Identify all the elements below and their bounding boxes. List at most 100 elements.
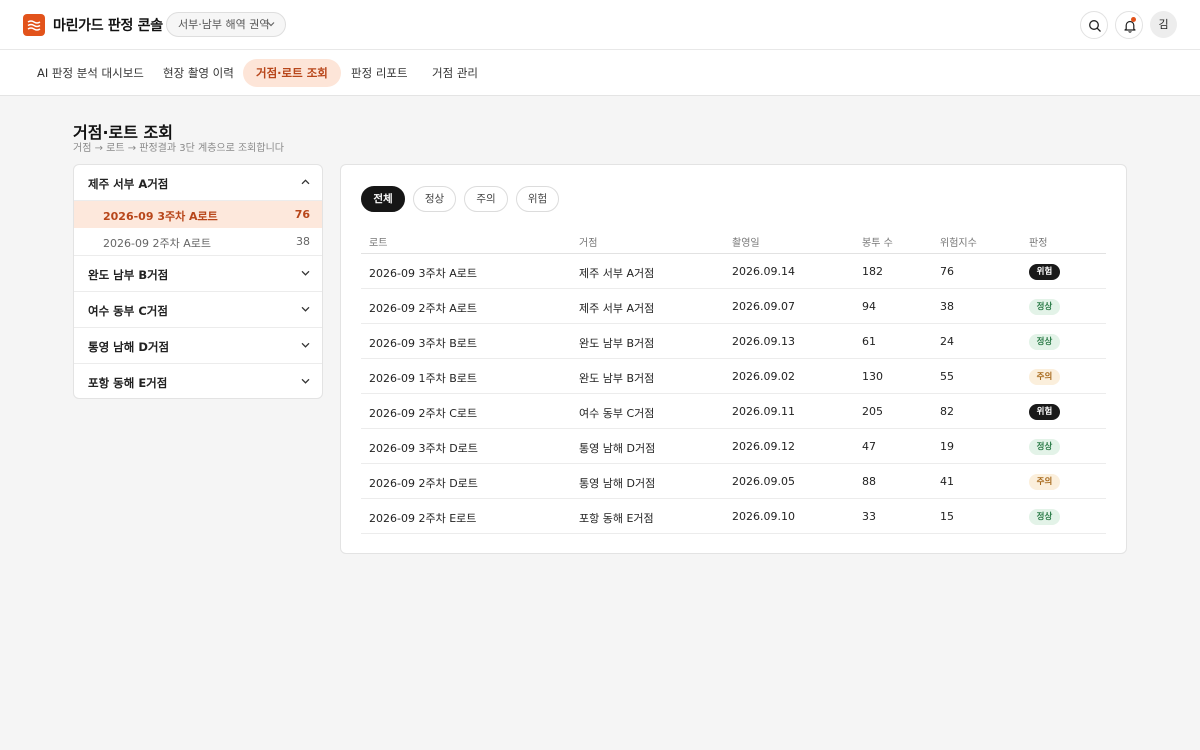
status-badge: 주의 xyxy=(1029,369,1060,385)
tab-reports[interactable]: 판정 리포트 xyxy=(338,59,421,87)
status-badge: 주의 xyxy=(1029,474,1060,490)
column-header-lot[interactable]: 로트 xyxy=(369,234,387,249)
risk-index-cell: 38 xyxy=(940,300,954,313)
date-cell: 2026.09.02 xyxy=(732,370,795,383)
risk-index-cell: 15 xyxy=(940,510,954,523)
filter-normal-chip[interactable]: 정상 xyxy=(413,186,456,212)
status-badge: 정상 xyxy=(1029,439,1060,455)
site-cell: 제주 서부 A거점 xyxy=(579,302,655,315)
risk-index-cell: 76 xyxy=(940,265,954,278)
chevron-down-icon xyxy=(301,342,310,348)
table-row[interactable]: 2026-09 2주차 D로트 통영 남해 D거점 2026.09.05 88 41 주의 xyxy=(361,464,1106,499)
lot-count: 76 xyxy=(294,208,310,221)
risk-index-cell: 19 xyxy=(940,440,954,453)
site-item-pohang[interactable]: 포항 동해 E거점 xyxy=(74,364,322,398)
site-cell: 통영 남해 D거점 xyxy=(579,477,656,490)
table-row[interactable]: 2026-09 3주차 A로트 제주 서부 A거점 2026.09.14 182 76 위… xyxy=(361,254,1106,289)
site-cell: 완도 남부 B거점 xyxy=(579,372,655,385)
column-header-date[interactable]: 촬영일 xyxy=(732,234,760,249)
lot-item[interactable]: 2026-09 2주차 A로트 38 xyxy=(74,228,322,256)
site-name: 여수 동부 C거점 xyxy=(88,304,168,318)
app-title: 마린가드 판정 콘솔 xyxy=(53,18,163,34)
filter-caution-chip[interactable]: 주의 xyxy=(464,186,508,212)
site-name: 완도 남부 B거점 xyxy=(88,268,169,282)
site-item-jeju[interactable]: 제주 서부 A거점 xyxy=(74,165,322,201)
chevron-down-icon xyxy=(267,22,275,27)
site-name: 포항 동해 E거점 xyxy=(88,376,168,390)
lot-name: 2026-09 3주차 A로트 xyxy=(103,210,218,223)
site-cell: 여수 동부 C거점 xyxy=(579,407,655,420)
lot-cell: 2026-09 2주차 A로트 xyxy=(369,302,477,315)
table-row[interactable]: 2026-09 2주차 E로트 포항 동해 E거점 2026.09.10 33 15 정상 xyxy=(361,499,1106,534)
risk-index-cell: 24 xyxy=(940,335,954,348)
table-row[interactable]: 2026-09 2주차 A로트 제주 서부 A거점 2026.09.07 94 38 정상 xyxy=(361,289,1106,324)
lot-cell: 2026-09 3주차 B로트 xyxy=(369,337,477,350)
bag-count-cell: 205 xyxy=(862,405,883,418)
region-selector[interactable]: 서부·남부 해역 권역 xyxy=(166,12,286,37)
notification-dot xyxy=(1131,17,1136,22)
search-icon xyxy=(1089,20,1101,32)
status-badge: 위험 xyxy=(1029,264,1060,280)
site-cell: 제주 서부 A거점 xyxy=(579,267,655,280)
avatar[interactable]: 김 xyxy=(1150,11,1177,38)
table-row[interactable]: 2026-09 3주차 D로트 통영 남해 D거점 2026.09.12 47 19 정상 xyxy=(361,429,1106,464)
column-header-risk-index[interactable]: 위험지수 xyxy=(940,234,977,249)
site-cell: 완도 남부 B거점 xyxy=(579,337,655,350)
bag-count-cell: 33 xyxy=(862,510,876,523)
chevron-down-icon xyxy=(301,378,310,384)
app-logo-icon xyxy=(23,14,45,36)
lot-cell: 2026-09 3주차 A로트 xyxy=(369,267,477,280)
results-panel: 전체 정상 주의 위험 로트 거점 촬영일 봉투 수 위험지수 판정 2026-… xyxy=(340,164,1127,554)
bag-count-cell: 94 xyxy=(862,300,876,313)
date-cell: 2026.09.12 xyxy=(732,440,795,453)
bag-count-cell: 130 xyxy=(862,370,883,383)
tab-site-management[interactable]: 거점 관리 xyxy=(419,59,491,87)
site-item-wando[interactable]: 완도 남부 B거점 xyxy=(74,256,322,292)
lot-item-selected[interactable]: 2026-09 3주차 A로트 76 xyxy=(74,201,322,228)
tab-ai-dashboard[interactable]: AI 판정 분석 대시보드 xyxy=(24,59,157,87)
lot-cell: 2026-09 2주차 C로트 xyxy=(369,407,478,420)
region-label: 서부·남부 해역 권역 xyxy=(178,18,270,31)
table-row[interactable]: 2026-09 1주차 B로트 완도 남부 B거점 2026.09.02 130 55 주… xyxy=(361,359,1106,394)
bag-count-cell: 88 xyxy=(862,475,876,488)
date-cell: 2026.09.05 xyxy=(732,475,795,488)
risk-index-cell: 55 xyxy=(940,370,954,383)
status-badge: 위험 xyxy=(1029,404,1060,420)
search-button[interactable] xyxy=(1080,11,1108,39)
lot-cell: 2026-09 2주차 D로트 xyxy=(369,477,478,490)
bag-count-cell: 47 xyxy=(862,440,876,453)
date-cell: 2026.09.10 xyxy=(732,510,795,523)
date-cell: 2026.09.13 xyxy=(732,335,795,348)
lot-name: 2026-09 2주차 A로트 xyxy=(103,237,211,250)
filter-danger-chip[interactable]: 위험 xyxy=(516,186,559,212)
site-tree: 제주 서부 A거점 2026-09 3주차 A로트 76 2026-09 2주차… xyxy=(73,164,323,399)
column-header-bag-count[interactable]: 봉투 수 xyxy=(862,234,893,249)
filter-all-chip[interactable]: 전체 xyxy=(361,186,405,212)
column-header-site[interactable]: 거점 xyxy=(579,234,597,249)
notifications-button[interactable] xyxy=(1115,11,1143,39)
lot-cell: 2026-09 3주차 D로트 xyxy=(369,442,478,455)
lot-cell: 2026-09 1주차 B로트 xyxy=(369,372,477,385)
site-item-yeosu[interactable]: 여수 동부 C거점 xyxy=(74,292,322,328)
column-header-verdict[interactable]: 판정 xyxy=(1029,234,1047,249)
lot-cell: 2026-09 2주차 E로트 xyxy=(369,512,477,525)
chevron-down-icon xyxy=(301,270,310,276)
bag-count-cell: 182 xyxy=(862,265,883,278)
tab-capture-history[interactable]: 현장 촬영 이력 xyxy=(150,59,247,87)
tab-site-lot-lookup[interactable]: 거점·로트 조회 xyxy=(243,59,341,87)
chevron-up-icon xyxy=(301,179,310,185)
bag-count-cell: 61 xyxy=(862,335,876,348)
risk-index-cell: 41 xyxy=(940,475,954,488)
site-name: 통영 남해 D거점 xyxy=(88,340,170,354)
top-bar: 마린가드 판정 콘솔 서부·남부 해역 권역 김 xyxy=(0,0,1200,50)
tab-bar: AI 판정 분석 대시보드 현장 촬영 이력 거점·로트 조회 판정 리포트 거… xyxy=(0,50,1200,96)
date-cell: 2026.09.14 xyxy=(732,265,795,278)
table-row[interactable]: 2026-09 3주차 B로트 완도 남부 B거점 2026.09.13 61 24 정상 xyxy=(361,324,1106,359)
status-badge: 정상 xyxy=(1029,334,1060,350)
table-row[interactable]: 2026-09 2주차 C로트 여수 동부 C거점 2026.09.11 205 82 위… xyxy=(361,394,1106,429)
status-badge: 정상 xyxy=(1029,509,1060,525)
site-cell: 통영 남해 D거점 xyxy=(579,442,656,455)
date-cell: 2026.09.11 xyxy=(732,405,795,418)
site-name: 제주 서부 A거점 xyxy=(88,177,169,191)
site-item-tongyeong[interactable]: 통영 남해 D거점 xyxy=(74,328,322,364)
